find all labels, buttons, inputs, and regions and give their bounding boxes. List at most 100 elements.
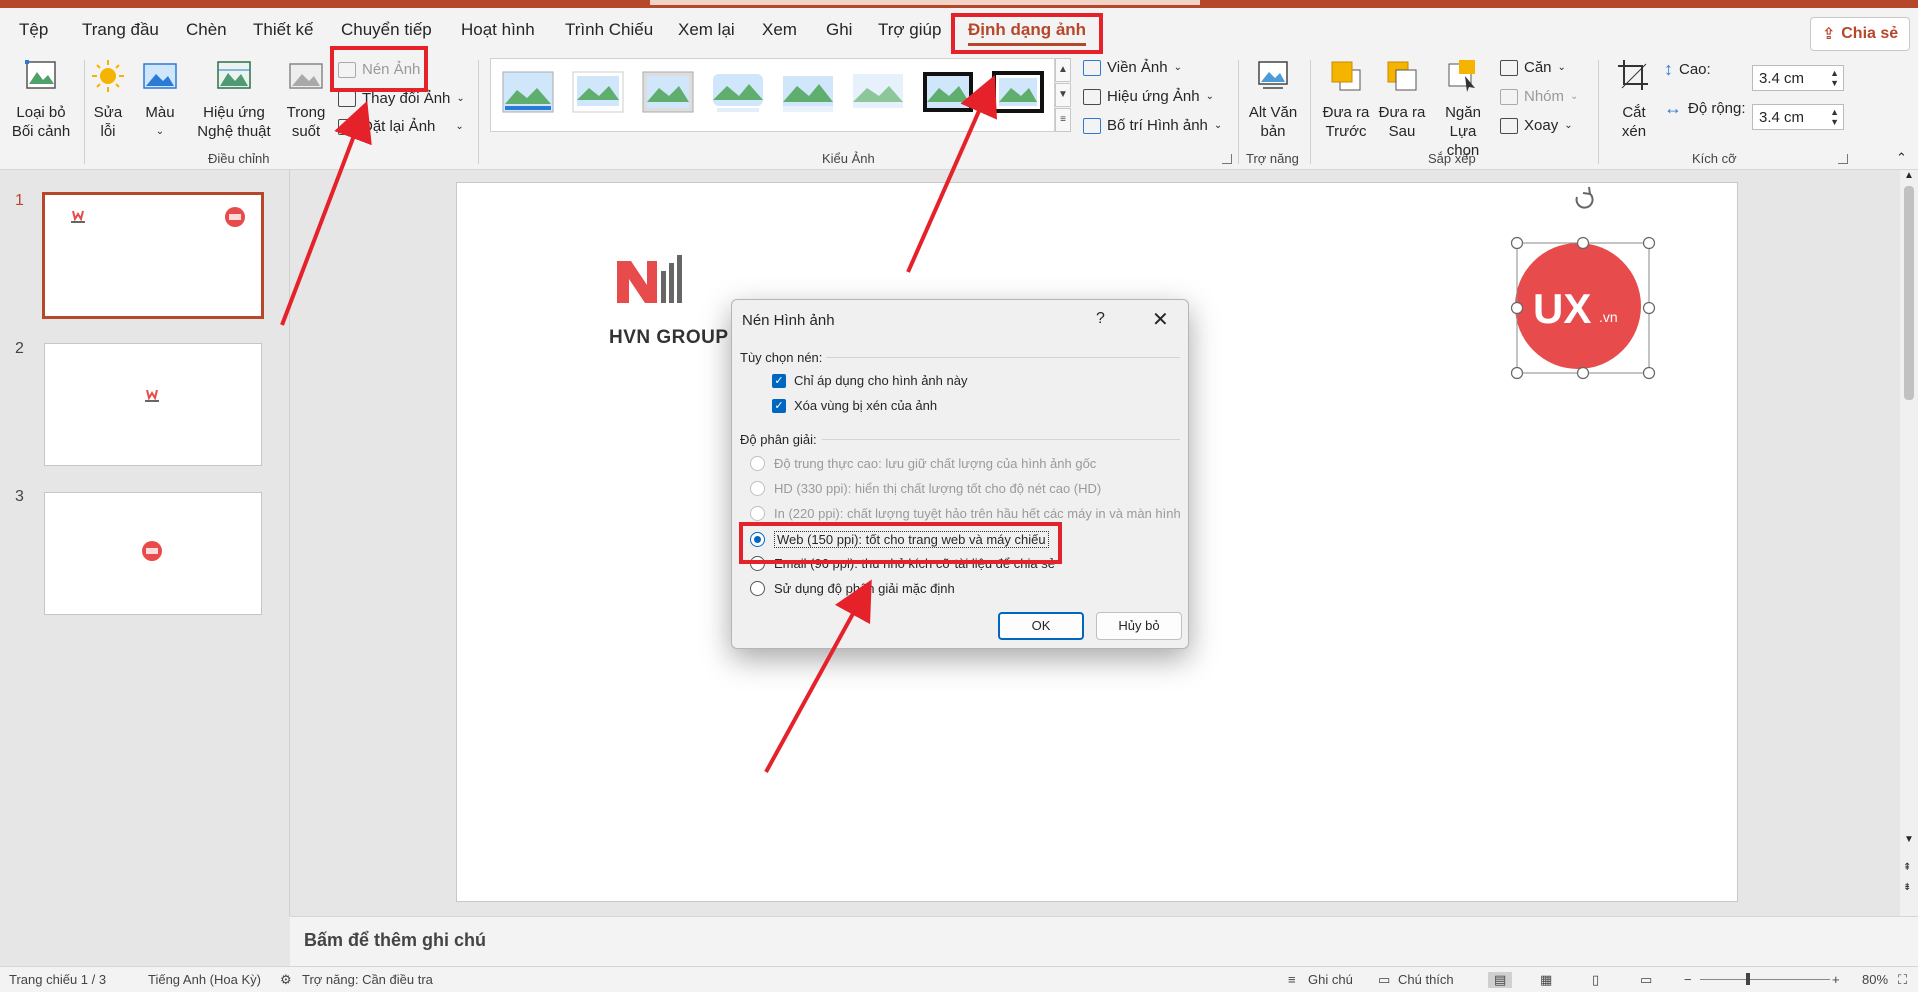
radio-print[interactable]: In (220 ppi): chất lượng tuyệt hảo trên …: [750, 506, 1181, 521]
send-backward-button[interactable]: Đưa ra Sau: [1374, 58, 1430, 141]
tab-insert[interactable]: Chèn: [186, 20, 227, 40]
tab-home[interactable]: Trang đầu: [82, 20, 159, 40]
picture-style-8[interactable]: [991, 70, 1045, 114]
comments-toggle[interactable]: Chú thích: [1398, 972, 1454, 987]
radio-email[interactable]: Email (96 ppi): thu nhỏ kích cỡ tài liệu…: [750, 556, 1055, 571]
zoom-slider-track[interactable]: [1700, 979, 1830, 980]
separator: [1238, 60, 1239, 164]
radio-hd[interactable]: HD (330 ppi): hiển thị chất lượng tốt ch…: [750, 481, 1101, 496]
notes-icon: ≡: [1288, 972, 1296, 987]
picture-style-6[interactable]: [851, 70, 905, 114]
picture-style-4[interactable]: [711, 70, 765, 114]
slideshow-icon[interactable]: ▭: [1640, 972, 1652, 988]
picture-style-3[interactable]: [641, 70, 695, 114]
language-indicator[interactable]: Tiếng Anh (Hoa Kỳ): [148, 972, 261, 987]
tab-view[interactable]: Xem: [762, 20, 797, 40]
transparency-button[interactable]: Trong suốt: [284, 58, 328, 141]
close-icon[interactable]: ✕: [1152, 307, 1169, 332]
picture-layout-button[interactable]: Bố trí Hình ảnh ⌄: [1083, 117, 1222, 134]
normal-view-icon[interactable]: ▤: [1488, 972, 1513, 988]
apply-only-checkbox[interactable]: ✓ Chỉ áp dụng cho hình ảnh này: [772, 373, 967, 388]
send-backward-label-2: Sau: [1388, 123, 1416, 140]
notes-toggle[interactable]: Ghi chú: [1308, 972, 1353, 987]
tab-file[interactable]: Tệp: [19, 20, 48, 40]
collapse-ribbon-icon[interactable]: ⌃: [1896, 150, 1907, 166]
slide-thumbnail-1[interactable]: [42, 192, 264, 319]
gallery-up-arrow[interactable]: ▲: [1055, 58, 1071, 82]
alt-text-button[interactable]: Alt Văn bản: [1242, 58, 1304, 141]
picture-effects-button[interactable]: Hiệu ứng Ảnh ⌄: [1083, 88, 1214, 105]
delete-cropped-checkbox[interactable]: ✓ Xóa vùng bị xén của ảnh: [772, 398, 937, 413]
picture-style-7[interactable]: [921, 70, 975, 114]
height-input[interactable]: 3.4 cm ▲ ▼: [1752, 65, 1844, 91]
notes-pane[interactable]: Bấm để thêm ghi chú: [290, 916, 1918, 966]
align-button[interactable]: Căn ⌄: [1500, 59, 1566, 76]
picture-styles-dialog-launcher[interactable]: [1222, 154, 1232, 164]
selection-pane-button[interactable]: Ngăn Lựa chọn: [1432, 58, 1494, 160]
remove-background-button[interactable]: Loại bỏ Bối cảnh: [10, 58, 72, 141]
compress-pictures-button[interactable]: Nén Ảnh: [338, 61, 420, 78]
picture-styles-gallery[interactable]: [490, 58, 1055, 132]
help-icon[interactable]: ?: [1096, 310, 1105, 328]
pen-icon: [1083, 59, 1101, 76]
next-slide-icon[interactable]: ⇟: [1903, 882, 1911, 893]
share-button[interactable]: ⇪ Chia sẻ: [1810, 17, 1910, 51]
tab-design[interactable]: Thiết kế: [253, 20, 313, 40]
height-control: ↕ Cao:: [1664, 59, 1711, 80]
change-picture-button[interactable]: Thay đổi Ảnh ⌄: [338, 90, 465, 107]
gallery-down-arrow[interactable]: ▼: [1055, 83, 1071, 107]
crop-button[interactable]: Cắt xén: [1606, 58, 1662, 141]
bring-forward-button[interactable]: Đưa ra Trước: [1318, 58, 1374, 141]
zoom-level[interactable]: 80%: [1862, 972, 1888, 987]
width-input[interactable]: 3.4 cm ▲ ▼: [1752, 104, 1844, 130]
gallery-more-arrow[interactable]: ≡: [1055, 108, 1071, 132]
slide-thumbnail-2[interactable]: [44, 343, 262, 466]
width-spinner[interactable]: ▲ ▼: [1830, 107, 1839, 127]
radio-web[interactable]: Web (150 ppi): tốt cho trang web và máy …: [750, 531, 1049, 548]
radio-default-resolution[interactable]: Sử dụng độ phân giải mặc định: [750, 581, 955, 596]
picture-style-5[interactable]: [781, 70, 835, 114]
tab-review[interactable]: Xem lại: [678, 20, 735, 40]
divider: [826, 357, 1180, 358]
accessibility-status[interactable]: Trợ năng: Cần điều tra: [302, 972, 433, 987]
compress-icon: [338, 61, 356, 78]
picture-style-2[interactable]: [571, 70, 625, 114]
selection-handles[interactable]: [1497, 183, 1657, 383]
color-button[interactable]: Màu ⌄: [140, 58, 180, 141]
effects-icon: [1083, 88, 1101, 105]
vertical-scrollbar[interactable]: ▲ ▼ ⇞ ⇟: [1900, 170, 1918, 916]
rotate-button[interactable]: Xoay ⌄: [1500, 117, 1573, 134]
picture-border-button[interactable]: Viền Ảnh ⌄: [1083, 59, 1182, 76]
height-spinner[interactable]: ▲ ▼: [1830, 68, 1839, 88]
group-objects-button[interactable]: Nhóm ⌄: [1500, 88, 1578, 105]
corrections-button[interactable]: Sửa lỗi: [88, 58, 128, 141]
tab-animations[interactable]: Hoạt hình: [461, 20, 535, 40]
size-dialog-launcher[interactable]: [1838, 154, 1848, 164]
reading-view-icon[interactable]: ▯: [1592, 972, 1599, 988]
radio-email-label: Email (96 ppi): thu nhỏ kích cỡ tài liệu…: [774, 556, 1055, 571]
radio-high-fidelity[interactable]: Độ trung thực cao: lưu giữ chất lượng củ…: [750, 456, 1096, 471]
slide-thumbnail-3[interactable]: [44, 492, 262, 615]
zoom-slider-thumb[interactable]: [1746, 973, 1750, 985]
scrollbar-thumb[interactable]: [1904, 186, 1914, 400]
scroll-down-arrow[interactable]: ▼: [1904, 834, 1914, 845]
tab-transitions[interactable]: Chuyển tiếp: [341, 20, 432, 40]
reset-picture-button[interactable]: Đặt lại Ảnh ⌄: [338, 118, 464, 135]
artistic-effects-button[interactable]: Hiệu ứng Nghệ thuật: [186, 58, 282, 141]
cancel-button[interactable]: Hủy bỏ: [1096, 612, 1182, 640]
scroll-up-arrow[interactable]: ▲: [1904, 170, 1914, 181]
fit-to-window-icon[interactable]: ⛶: [1898, 972, 1907, 988]
tab-record[interactable]: Ghi: [826, 20, 852, 40]
zoom-in-icon[interactable]: +: [1832, 972, 1840, 987]
picture-style-1[interactable]: [501, 70, 555, 114]
radio-circle-selected: [750, 532, 765, 547]
slide-thumbnail-3-content: [142, 541, 162, 561]
tab-help[interactable]: Trợ giúp: [878, 20, 941, 40]
tab-slideshow[interactable]: Trình Chiếu: [565, 20, 653, 40]
tab-picture-format[interactable]: Định dạng ảnh: [968, 20, 1087, 46]
ok-button[interactable]: OK: [998, 612, 1084, 640]
picture-layout-label: Bố trí Hình ảnh: [1107, 117, 1208, 134]
slide-sorter-icon[interactable]: ▦: [1540, 972, 1552, 988]
previous-slide-icon[interactable]: ⇞: [1903, 862, 1911, 873]
zoom-out-icon[interactable]: −: [1684, 972, 1692, 987]
